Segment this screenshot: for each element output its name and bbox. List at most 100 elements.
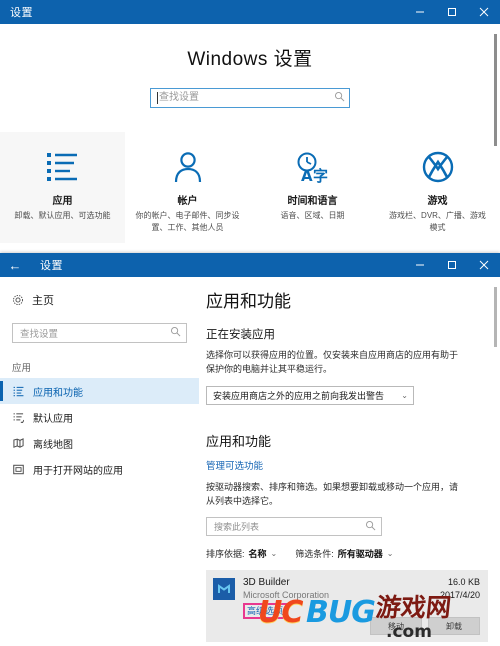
xbox-icon [421, 146, 455, 188]
home-window-scrollbar[interactable] [494, 34, 497, 146]
sidebar-item-websites-apps-label: 用于打开网站的应用 [33, 465, 123, 477]
category-apps-desc: 卸载、默认应用、可选功能 [14, 211, 111, 220]
windows-settings-home-window: 设置 Windows 设置 查找设置 应用 卸载、默认应用、可选功能 帐户 你的… [0, 0, 500, 253]
filter-by-label: 筛选条件: [295, 549, 334, 560]
settings-sidebar: 主页 查找设置 应用 应用和功能 默认应用 离线地图 用于打开网站的应用 [0, 277, 200, 646]
app-size: 16.0 KB [447, 577, 480, 588]
page-title: Windows 设置 [187, 49, 313, 70]
install-source-dropdown[interactable]: 安装应用商店之外的应用之前向我发出警告 ⌄ [206, 385, 414, 405]
sidebar-item-apps-features-label: 应用和功能 [33, 387, 83, 399]
home-window-title: 设置 [10, 7, 33, 19]
app-publisher: Microsoft Corporation [243, 590, 330, 601]
list-item[interactable]: 3D Builder Microsoft Corporation 高级选项 16… [206, 570, 488, 643]
sidebar-home-label: 主页 [32, 295, 54, 307]
maximize-button[interactable] [436, 253, 468, 277]
sort-by-value: 名称 [248, 549, 267, 560]
close-button[interactable] [468, 0, 500, 24]
apps-features-heading: 应用和功能 [206, 433, 272, 449]
apps-features-paragraph: 按驱动器搜索、排序和筛选。如果想要卸载或移动一个应用，请从列表中选择它。 [206, 481, 459, 506]
minimize-button[interactable] [404, 0, 436, 24]
chevron-down-icon: ⌄ [401, 390, 408, 400]
category-time-language[interactable]: A 字 时间和语言 语音、区域、日期 [250, 132, 375, 243]
category-apps-title: 应用 [52, 196, 73, 207]
installing-apps-heading: 正在安装应用 [206, 328, 275, 341]
sidebar-item-default-apps[interactable]: 默认应用 [0, 404, 199, 430]
sidebar-item-default-apps-label: 默认应用 [33, 413, 73, 425]
apps-window-controls [404, 253, 500, 277]
category-gaming[interactable]: 游戏 游戏栏、DVR、广播、游戏模式 [375, 132, 500, 243]
minimize-button[interactable] [404, 253, 436, 277]
chevron-down-icon: ⌄ [270, 549, 278, 559]
home-window-body: Windows 设置 查找设置 应用 卸载、默认应用、可选功能 帐户 你的帐户、… [0, 24, 500, 253]
advanced-options-link[interactable]: 高级选项 [243, 603, 288, 620]
app-action-buttons: 移动 卸载 [370, 617, 480, 636]
apps-window-title: 设置 [40, 260, 63, 272]
search-icon [365, 518, 376, 536]
chevron-down-icon: ⌄ [386, 549, 394, 559]
manage-optional-features-link[interactable]: 管理可选功能 [206, 458, 263, 472]
gear-icon [12, 294, 24, 306]
app-list-search-placeholder: 搜索此列表 [214, 522, 260, 533]
apps-window-titlebar: ← 设置 [0, 253, 500, 277]
person-icon [171, 146, 205, 188]
clock-language-icon: A 字 [293, 146, 333, 188]
svg-text:A: A [301, 167, 313, 184]
main-page-title: 应用和功能 [206, 292, 291, 311]
sidebar-group-label: 应用 [12, 363, 32, 374]
sort-by-label: 排序依据: [206, 549, 245, 560]
screen-root: 设置 Windows 设置 查找设置 应用 卸载、默认应用、可选功能 帐户 你的… [0, 0, 500, 646]
text-caret [157, 92, 158, 104]
sort-by-dropdown[interactable]: 排序依据: 名称 ⌄ [206, 547, 277, 560]
filter-by-value: 所有驱动器 [337, 549, 383, 560]
app-info: 3D Builder Microsoft Corporation 高级选项 [243, 577, 440, 620]
main-content-scrollbar[interactable] [494, 287, 497, 347]
svg-text:字: 字 [313, 167, 328, 184]
settings-category-grid: 应用 卸载、默认应用、可选功能 帐户 你的帐户、电子邮件、同步设置、工作、其他人… [0, 132, 500, 244]
app-meta: 16.0 KB 2017/4/20 [440, 577, 480, 600]
app-list-search-input[interactable]: 搜索此列表 [206, 517, 382, 537]
offline-maps-icon [12, 437, 24, 449]
home-search-wrap: 查找设置 [0, 88, 500, 108]
category-time-language-desc: 语音、区域、日期 [280, 211, 345, 220]
sidebar-item-home[interactable]: 主页 [0, 291, 199, 309]
websites-apps-icon [12, 464, 24, 475]
apps-window-body: 主页 查找设置 应用 应用和功能 默认应用 离线地图 用于打开网站的应用 应用和… [0, 277, 500, 646]
sidebar-search-placeholder: 查找设置 [20, 329, 59, 340]
sidebar-item-apps-features[interactable]: 应用和功能 [0, 378, 199, 404]
category-accounts-desc: 你的帐户、电子邮件、同步设置、工作、其他人员 [135, 211, 240, 232]
home-search-input[interactable]: 查找设置 [150, 88, 350, 108]
list-filter-row: 排序依据: 名称 ⌄ 筛选条件: 所有驱动器 ⌄ [206, 547, 488, 560]
filter-by-dropdown[interactable]: 筛选条件: 所有驱动器 ⌄ [295, 547, 393, 560]
installed-apps-list: 3D Builder Microsoft Corporation 高级选项 16… [206, 570, 488, 643]
category-gaming-title: 游戏 [427, 196, 448, 207]
search-icon [334, 89, 345, 107]
home-window-titlebar: 设置 [0, 0, 500, 24]
home-window-controls [404, 0, 500, 24]
category-accounts[interactable]: 帐户 你的帐户、电子邮件、同步设置、工作、其他人员 [125, 132, 250, 243]
sidebar-item-websites-apps[interactable]: 用于打开网站的应用 [0, 456, 199, 482]
sidebar-search-input[interactable]: 查找设置 [12, 323, 187, 343]
main-content: 应用和功能 正在安装应用 选择你可以获得应用的位置。仅安装来自应用商店的应用有助… [200, 277, 500, 646]
apps-features-window: ← 设置 主页 查找设置 应用 应用和功能 默认应用 离线地图 用于打开网站的应… [0, 253, 500, 646]
home-search-placeholder: 查找设置 [159, 92, 199, 103]
install-source-value: 安装应用商店之外的应用之前向我发出警告 [213, 390, 385, 401]
app-name: 3D Builder [243, 577, 290, 589]
move-button[interactable]: 移动 [370, 617, 422, 636]
uninstall-button[interactable]: 卸载 [428, 617, 480, 636]
app-install-date: 2017/4/20 [439, 590, 480, 601]
back-button[interactable]: ← [0, 253, 30, 277]
installing-apps-paragraph: 选择你可以获得应用的位置。仅安装来自应用商店的应用有助于保护你的电脑并让其平稳运… [206, 349, 459, 374]
category-time-language-title: 时间和语言 [287, 196, 338, 207]
3d-builder-icon [213, 578, 235, 601]
maximize-button[interactable] [436, 0, 468, 24]
sidebar-item-offline-maps-label: 离线地图 [33, 439, 73, 451]
close-button[interactable] [468, 253, 500, 277]
category-apps[interactable]: 应用 卸载、默认应用、可选功能 [0, 132, 125, 244]
apps-features-icon [12, 386, 24, 397]
search-icon [170, 324, 181, 342]
default-apps-icon [12, 412, 24, 423]
sidebar-item-offline-maps[interactable]: 离线地图 [0, 430, 199, 456]
category-gaming-desc: 游戏栏、DVR、广播、游戏模式 [389, 211, 486, 232]
apps-list-icon [43, 146, 83, 188]
category-accounts-title: 帐户 [177, 196, 198, 207]
